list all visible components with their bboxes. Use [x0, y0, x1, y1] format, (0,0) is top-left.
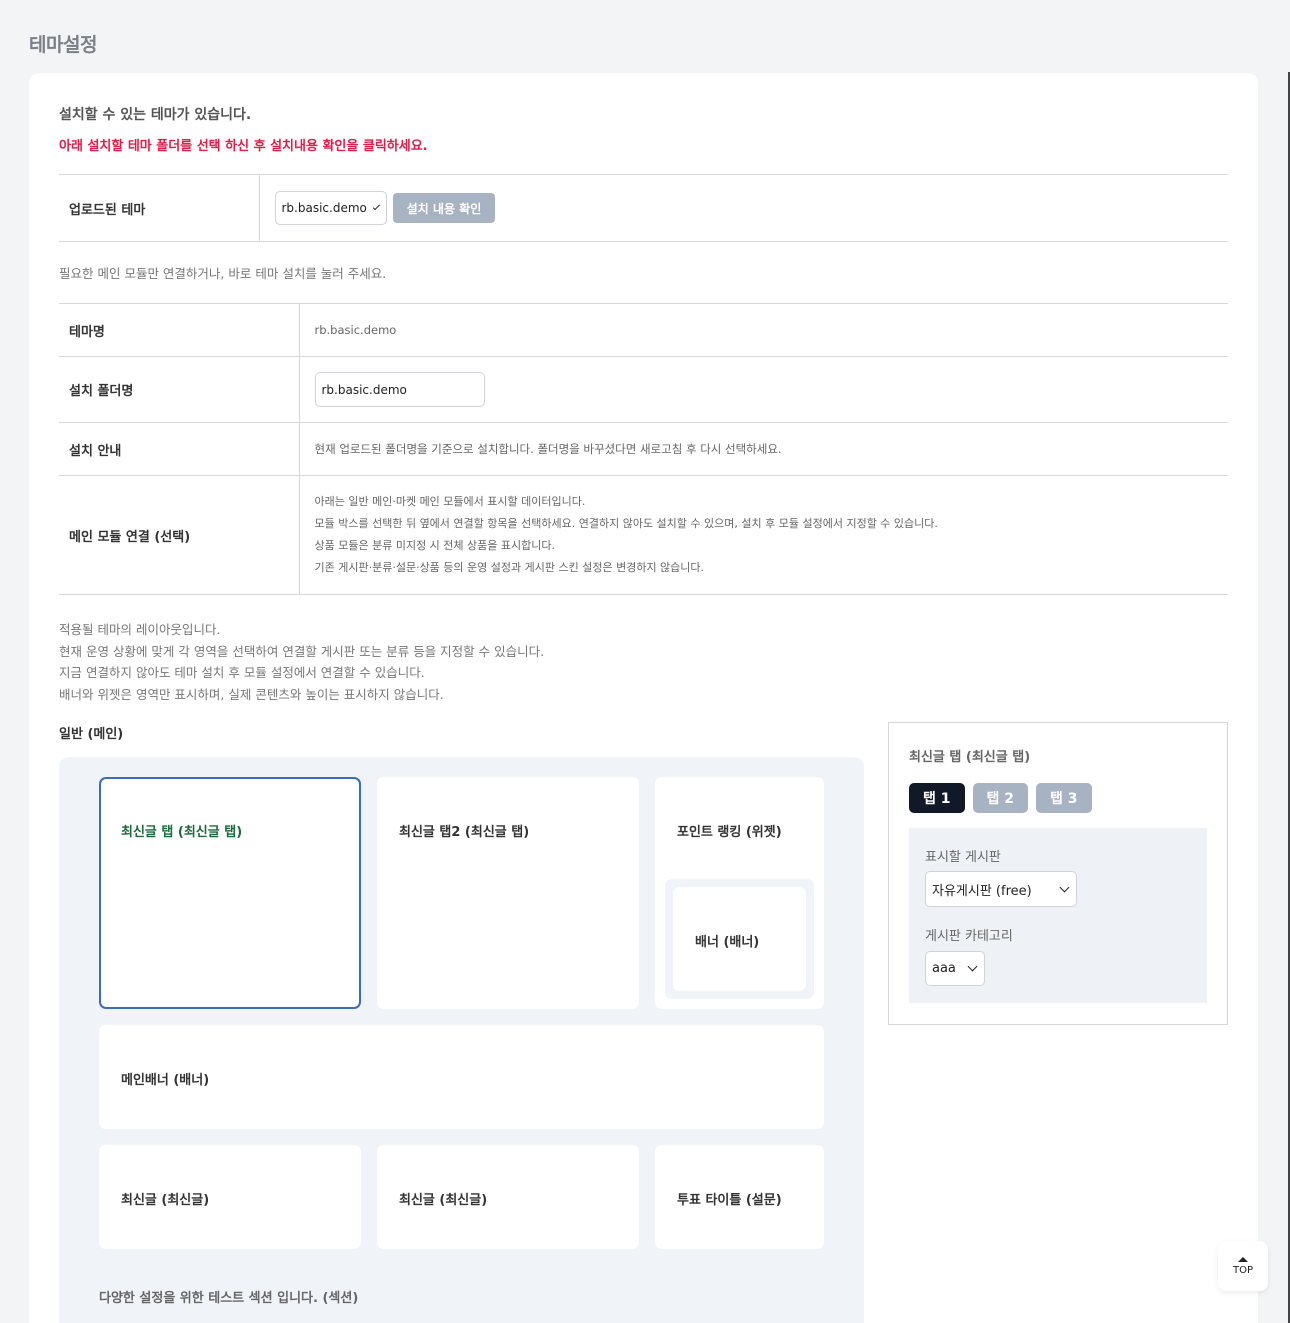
- tab-group: 탭 1 탭 2 탭 3: [909, 783, 1092, 813]
- module-latest-1[interactable]: 최신글 (최신글): [99, 1145, 361, 1249]
- module-latest-tab[interactable]: 최신글 탭 (최신글 탭): [99, 777, 361, 1009]
- tab-3[interactable]: 탭 3: [1036, 783, 1092, 813]
- arrow-up-icon: [1238, 1256, 1248, 1262]
- uploaded-theme-label: 업로드된 테마: [59, 174, 260, 242]
- folder-name-input[interactable]: rb.basic.demo: [314, 372, 485, 407]
- module-point-ranking[interactable]: 포인트 랭킹 (위젯) 배너 (배너): [655, 777, 824, 1009]
- tab-2[interactable]: 탭 2: [972, 783, 1028, 813]
- theme-name-value: rb.basic.demo: [299, 303, 1228, 357]
- layout-section-label: 일반 (메인): [59, 727, 124, 742]
- module-guide-line: 기존 게시판·분류·설문·상품 등의 운영 설정과 게시판 스킨 설정은 변경하…: [314, 561, 705, 574]
- tab-settings-body: 표시할 게시판 자유게시판 (free) 게시판 카테고리 aaa: [909, 828, 1207, 1003]
- layout-description: 적용될 테마의 레이아웃입니다. 현재 운영 상황에 맞게 각 영역을 선택하여…: [59, 619, 544, 706]
- install-note: 필요한 메인 모듈만 연결하거나, 바로 테마 설치를 눌러 주세요.: [59, 266, 387, 281]
- upload-table: 업로드된 테마 rb.basic.demo 설치 내용 확인: [59, 174, 1228, 242]
- scroll-top-button[interactable]: TOP: [1218, 1241, 1268, 1291]
- theme-info-table: 테마명 rb.basic.demo 설치 폴더명 rb.basic.demo 설…: [59, 303, 1228, 595]
- intro-text: 설치할 수 있는 테마가 있습니다.: [59, 107, 252, 123]
- chevron-down-icon: [372, 202, 380, 210]
- chevron-down-icon: [1059, 882, 1070, 892]
- theme-name-label: 테마명: [59, 303, 300, 357]
- module-link-label: 메인 모듈 연결 (선택): [59, 475, 300, 595]
- layout-desc-line: 적용될 테마의 레이아웃입니다.: [59, 622, 221, 637]
- intro-warning: 아래 설치할 테마 폴더를 선택 하신 후 설치내용 확인을 클릭하세요.: [59, 139, 428, 154]
- tab-1[interactable]: 탭 1: [909, 783, 965, 813]
- folder-name-value: rb.basic.demo: [321, 382, 407, 397]
- chevron-down-icon: [967, 961, 978, 972]
- module-label: 최신글 탭2 (최신글 탭): [399, 825, 530, 840]
- module-main-banner[interactable]: 메인배너 (배너): [99, 1025, 824, 1129]
- layout-desc-line: 배너와 위젯은 영역만 표시하며, 실제 콘텐츠와 높이는 표시하지 않습니다.: [59, 687, 444, 703]
- module-guide-line: 모듈 박스를 선택한 뒤 옆에서 연결할 항목을 선택하세요. 연결하지 않아도…: [314, 517, 938, 530]
- category-select[interactable]: aaa: [925, 951, 985, 986]
- category-label: 게시판 카테고리: [925, 929, 1013, 944]
- board-label: 표시할 게시판: [925, 850, 1001, 865]
- confirm-install-button[interactable]: 설치 내용 확인: [392, 193, 496, 223]
- install-guide-value: 현재 업로드된 폴더명을 기준으로 설치합니다. 폴더명을 바꾸셨다면 새로고침…: [299, 422, 1228, 476]
- module-banner[interactable]: 배너 (배너): [673, 887, 806, 991]
- install-guide-label: 설치 안내: [59, 422, 300, 476]
- panel-title: 최신글 탭 (최신글 탭): [909, 750, 1031, 765]
- theme-settings-card: 설치할 수 있는 테마가 있습니다. 아래 설치할 테마 폴더를 선택 하신 후…: [29, 73, 1258, 1323]
- test-section-caption: 다양한 설정을 위한 테스트 섹션 입니다. (섹션): [99, 1291, 359, 1306]
- theme-select-value: rb.basic.demo: [281, 201, 367, 215]
- layout-canvas: 최신글 탭 (최신글 탭) 최신글 탭2 (최신글 탭) 포인트 랭킹 (위젯)…: [59, 757, 864, 1323]
- module-label: 최신글 탭 (최신글 탭): [121, 825, 243, 840]
- module-label: 최신글 (최신글): [121, 1193, 210, 1208]
- module-settings-panel: 최신글 탭 (최신글 탭) 탭 1 탭 2 탭 3 표시할 게시판 자유게시판 …: [888, 722, 1228, 1025]
- module-latest-tab2[interactable]: 최신글 탭2 (최신글 탭): [377, 777, 639, 1009]
- module-label: 투표 타이틀 (설문): [677, 1193, 782, 1208]
- module-label: 배너 (배너): [695, 935, 760, 950]
- folder-name-label: 설치 폴더명: [59, 356, 300, 423]
- module-guide-line: 상품 모듈은 분류 미지정 시 전체 상품을 표시합니다.: [314, 539, 556, 552]
- theme-select[interactable]: rb.basic.demo: [274, 191, 387, 225]
- banner-wrapper: 배너 (배너): [665, 879, 814, 999]
- top-label: TOP: [1232, 1264, 1253, 1276]
- module-label: 포인트 랭킹 (위젯): [677, 825, 782, 840]
- module-latest-2[interactable]: 최신글 (최신글): [377, 1145, 639, 1249]
- page-title: 테마설정: [29, 34, 97, 56]
- module-poll[interactable]: 투표 타이틀 (설문): [655, 1145, 824, 1249]
- board-select[interactable]: 자유게시판 (free): [925, 871, 1077, 907]
- category-select-value: aaa: [932, 961, 956, 976]
- module-label: 최신글 (최신글): [399, 1193, 488, 1208]
- layout-desc-line: 현재 운영 상황에 맞게 각 영역을 선택하여 연결할 게시판 또는 분류 등을…: [59, 643, 545, 659]
- module-guide-line: 아래는 일반 메인·마켓 메인 모듈에서 표시할 데이터입니다.: [314, 495, 586, 508]
- layout-desc-line: 지금 연결하지 않아도 테마 설치 후 모듈 설정에서 연결할 수 있습니다.: [59, 665, 425, 681]
- module-label: 메인배너 (배너): [121, 1073, 210, 1088]
- board-select-value: 자유게시판 (free): [932, 883, 1032, 899]
